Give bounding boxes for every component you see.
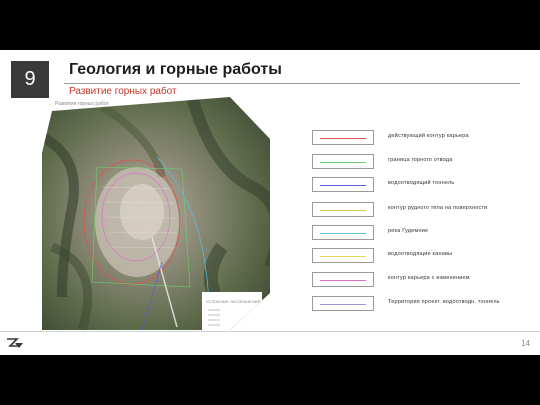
legend-item: Территория проект. водоотводн. тоннель: [312, 296, 512, 312]
legend-label: водоотводящие канавы: [388, 251, 453, 257]
company-logo-icon: [7, 338, 23, 348]
title-divider: [64, 83, 520, 84]
legend-swatch: [312, 130, 374, 145]
legend-swatch: [312, 296, 374, 311]
legend-item: водоотводящий тоннель: [312, 177, 512, 193]
page-title: Геология и горные работы: [69, 61, 282, 78]
legend-swatch: [312, 202, 374, 217]
legend-item: действующий контур карьера: [312, 130, 512, 146]
legend-swatch: [312, 248, 374, 263]
legend-swatch: [312, 272, 374, 287]
legend-item: граница горного отвода: [312, 154, 512, 170]
satellite-map: [42, 97, 270, 330]
footer-divider: [0, 331, 540, 332]
slide: 9 Геология и горные работы Развитие горн…: [0, 50, 540, 355]
map-legend-title: УСЛОВНЫЕ ОБОЗНАЧЕНИЯ: [206, 299, 261, 304]
legend-label: Территория проект. водоотводн. тоннель: [388, 299, 500, 305]
page-number: 14: [521, 339, 530, 348]
legend-item: контур рудного тела на поверхности: [312, 202, 512, 218]
legend-label: водоотводящий тоннель: [388, 180, 455, 186]
legend-label: контур карьера с изменением: [388, 275, 470, 281]
legend-label: граница горного отвода: [388, 157, 453, 163]
legend-item: водоотводящие канавы: [312, 248, 512, 264]
legend-label: действующий контур карьера: [388, 133, 469, 139]
legend-item: река Гудемниe: [312, 225, 512, 241]
legend-swatch: [312, 177, 374, 192]
legend-swatch: [312, 154, 374, 169]
legend-label: контур рудного тела на поверхности: [388, 205, 488, 211]
section-number: 9: [11, 61, 49, 98]
legend-swatch: [312, 225, 374, 240]
legend-item: контур карьера с изменением: [312, 272, 512, 288]
page-subtitle: Развитие горных работ: [69, 86, 177, 97]
map-caption: Развитие горных работ: [55, 101, 109, 107]
legend-label: река Гудемниe: [388, 228, 429, 234]
